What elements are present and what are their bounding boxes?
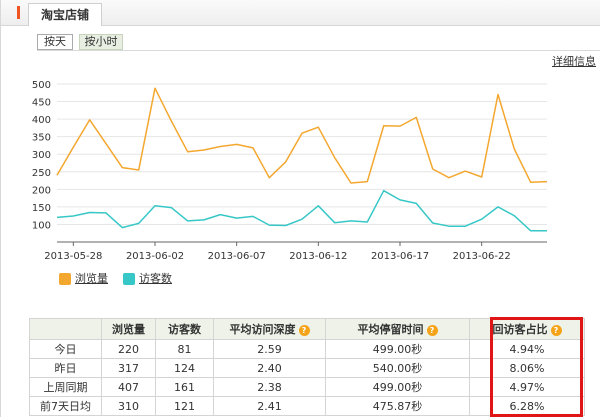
y-tick-label: 200 xyxy=(32,185,51,196)
y-tick-label: 250 xyxy=(32,168,51,179)
title-marker xyxy=(17,6,20,19)
y-tick-label: 150 xyxy=(32,203,51,214)
tabs-divider xyxy=(37,50,600,51)
col-header-uv: 访客数 xyxy=(155,318,214,340)
cell-uv: 161 xyxy=(155,377,214,397)
cell-stay: 499.00秒 xyxy=(325,377,470,397)
panel-title-tab[interactable]: 淘宝店铺 xyxy=(28,3,103,26)
col-header-pv: 浏览量 xyxy=(101,318,156,340)
col-header-stay: 平均停留时间? xyxy=(325,318,470,340)
col-header-pv-label: 浏览量 xyxy=(112,323,145,336)
table-row: 今日 220 81 2.59 499.00秒 4.94% xyxy=(29,339,585,359)
legend-label-pv: 浏览量 xyxy=(75,272,108,285)
y-tick-label: 350 xyxy=(32,133,51,144)
x-tick-label: 2013-06-22 xyxy=(453,251,511,262)
col-header-depth-label: 平均访问深度 xyxy=(229,323,296,336)
stats-header-row: 浏览量 访客数 平均访问深度? 平均停留时间? 回访客占比? xyxy=(29,318,585,340)
cell-pv: 317 xyxy=(101,358,156,378)
cell-return: 4.97% xyxy=(469,377,585,397)
x-tick-label: 2013-06-17 xyxy=(371,251,429,262)
help-icon[interactable]: ? xyxy=(426,325,438,336)
cell-depth: 2.59 xyxy=(213,339,326,359)
y-tick-label: 400 xyxy=(32,115,51,126)
table-row: 昨日 317 124 2.40 540.00秒 8.06% xyxy=(29,358,585,378)
y-tick-label: 300 xyxy=(32,150,51,161)
row-label: 今日 xyxy=(29,339,102,359)
cell-return: 6.28% xyxy=(469,396,585,416)
col-header-blank xyxy=(29,318,102,340)
col-header-return: 回访客占比? xyxy=(469,318,585,340)
cell-uv: 121 xyxy=(155,396,214,416)
detail-info-link[interactable]: 详细信息 xyxy=(552,53,596,69)
cell-stay: 499.00秒 xyxy=(325,339,470,359)
x-tick-label: 2013-05-28 xyxy=(44,251,102,262)
traffic-line-chart: 100 150 200 250 300 350 400 450 500 2013-05-28 201… xyxy=(32,80,548,262)
y-tick-label: 500 xyxy=(32,80,51,91)
cell-depth: 2.41 xyxy=(213,396,326,416)
shop-stats-panel: 淘宝店铺 按天 按小时 详细信息 100 150 200 250 300 350 400 45… xyxy=(0,0,600,417)
cell-return: 4.94% xyxy=(469,339,585,359)
legend-swatch-uv xyxy=(123,273,135,285)
cell-uv: 124 xyxy=(155,358,214,378)
x-tick-label: 2013-06-07 xyxy=(208,251,266,262)
stats-table: 浏览量 访客数 平均访问深度? 平均停留时间? 回访客占比? 今日 220 81… xyxy=(29,318,585,416)
cell-stay: 475.87秒 xyxy=(325,396,470,416)
legend-label-uv: 访客数 xyxy=(139,272,172,285)
x-tick-label: 2013-06-02 xyxy=(126,251,184,262)
row-label: 前7天日均 xyxy=(29,396,102,416)
col-header-depth: 平均访问深度? xyxy=(213,318,326,340)
col-header-uv-label: 访客数 xyxy=(168,323,201,336)
x-tick-label: 2013-06-12 xyxy=(289,251,347,262)
help-icon[interactable]: ? xyxy=(298,325,310,336)
series-line-pv xyxy=(56,87,548,184)
y-tick-label: 450 xyxy=(32,98,51,109)
row-label: 上周同期 xyxy=(29,377,102,397)
cell-uv: 81 xyxy=(155,339,214,359)
col-header-return-label: 回访客占比 xyxy=(492,323,548,336)
help-icon[interactable]: ? xyxy=(550,325,562,336)
cell-stay: 540.00秒 xyxy=(325,358,470,378)
cell-depth: 2.38 xyxy=(213,377,326,397)
cell-pv: 220 xyxy=(101,339,156,359)
cell-pv: 407 xyxy=(101,377,156,397)
panel-title-bar: 淘宝店铺 xyxy=(1,0,600,26)
legend-swatch-pv xyxy=(59,273,71,285)
tab-by-hour[interactable]: 按小时 xyxy=(79,34,123,50)
tab-by-day[interactable]: 按天 xyxy=(37,34,73,50)
cell-pv: 310 xyxy=(101,396,156,416)
col-header-stay-label: 平均停留时间 xyxy=(357,323,424,336)
table-row: 前7天日均 310 121 2.41 475.87秒 6.28% xyxy=(29,396,585,416)
table-row: 上周同期 407 161 2.38 499.00秒 4.97% xyxy=(29,377,585,397)
row-label: 昨日 xyxy=(29,358,102,378)
cell-return: 8.06% xyxy=(469,358,585,378)
y-tick-label: 100 xyxy=(32,220,51,231)
cell-depth: 2.40 xyxy=(213,358,326,378)
